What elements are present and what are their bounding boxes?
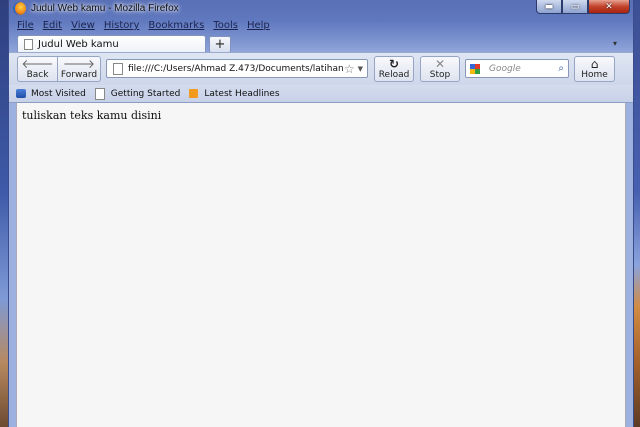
forward-label: Forward: [60, 70, 98, 80]
url-text[interactable]: file:///C:/Users/Ahmad Z.473/Documents/l…: [128, 64, 344, 74]
search-bar[interactable]: Google ⌕: [465, 59, 569, 78]
page-icon: [113, 62, 123, 75]
home-icon: ⌂: [590, 57, 599, 71]
bookmark-label: Getting Started: [110, 88, 181, 99]
reload-label: Reload: [378, 70, 410, 80]
url-dropdown-icon[interactable]: ▼: [358, 65, 363, 73]
url-bar[interactable]: file:///C:/Users/Ahmad Z.473/Documents/l…: [106, 59, 368, 78]
search-icon[interactable]: ⌕: [558, 63, 564, 74]
forward-button[interactable]: 🡒 Forward: [58, 56, 101, 82]
close-button[interactable]: ✕: [588, 0, 630, 14]
bookmarks-toolbar: Most Visited Getting Started Latest Head…: [9, 85, 633, 103]
bookmark-label: Most Visited: [31, 88, 86, 99]
reload-icon: ↻: [388, 57, 400, 71]
title-bar: Judul Web kamu - Mozilla Firefox ▬ ▭ ✕: [9, 0, 633, 18]
menu-edit[interactable]: Edit: [43, 20, 62, 31]
menu-bookmarks[interactable]: Bookmarks: [148, 20, 204, 31]
back-button[interactable]: 🡐 Back: [17, 56, 58, 82]
bookmark-getting-started[interactable]: Getting Started: [94, 87, 181, 100]
rss-icon: [189, 89, 199, 98]
menu-file[interactable]: File: [17, 20, 34, 31]
menu-help[interactable]: Help: [247, 20, 270, 31]
page-content: tuliskan teks kamu disini: [16, 103, 626, 427]
stop-button[interactable]: ✕ Stop: [420, 56, 460, 82]
page-icon: [94, 87, 105, 100]
google-icon[interactable]: [470, 63, 480, 74]
most-visited-icon: [16, 89, 26, 98]
browser-window: Judul Web kamu - Mozilla Firefox ▬ ▭ ✕ F…: [8, 0, 634, 427]
tab-judul-web-kamu[interactable]: Judul Web kamu: [17, 35, 206, 53]
tab-list-icon[interactable]: ▾: [613, 39, 617, 48]
bookmark-label: Latest Headlines: [204, 88, 280, 99]
back-label: Back: [26, 70, 49, 80]
window-controls: ▬ ▭ ✕: [536, 0, 630, 14]
menu-bar: File Edit View History Bookmarks Tools H…: [17, 20, 270, 31]
minimize-button[interactable]: ▬: [536, 0, 562, 14]
tab-strip: Judul Web kamu + ▾: [17, 35, 623, 53]
bookmark-latest-headlines[interactable]: Latest Headlines: [189, 88, 280, 99]
maximize-icon: ▭: [570, 1, 580, 12]
page-body-text: tuliskan teks kamu disini: [22, 109, 162, 122]
new-tab-button[interactable]: +: [209, 36, 231, 53]
menu-view[interactable]: View: [71, 20, 95, 31]
reload-button[interactable]: ↻ Reload: [374, 56, 414, 82]
forward-arrow-icon: 🡒: [62, 57, 96, 71]
close-icon: ✕: [605, 1, 613, 12]
navigation-toolbar: 🡐 Back 🡒 Forward file:///C:/Users/Ahmad …: [9, 52, 633, 86]
bookmark-star-icon[interactable]: ☆: [344, 62, 355, 76]
search-input[interactable]: Google: [489, 64, 558, 74]
stop-icon: ✕: [434, 57, 446, 71]
home-label: Home: [581, 70, 608, 80]
page-icon: [24, 39, 33, 50]
minimize-icon: ▬: [544, 1, 554, 12]
bookmark-most-visited[interactable]: Most Visited: [16, 89, 86, 99]
firefox-logo-icon: [13, 2, 26, 15]
menu-tools[interactable]: Tools: [213, 20, 238, 31]
stop-label: Stop: [429, 70, 451, 80]
back-arrow-icon: 🡐: [21, 57, 54, 71]
home-button[interactable]: ⌂ Home: [574, 56, 615, 82]
window-title: Judul Web kamu - Mozilla Firefox: [31, 3, 179, 14]
maximize-button[interactable]: ▭: [562, 0, 588, 14]
tab-label: Judul Web kamu: [38, 39, 119, 50]
menu-history[interactable]: History: [104, 20, 140, 31]
